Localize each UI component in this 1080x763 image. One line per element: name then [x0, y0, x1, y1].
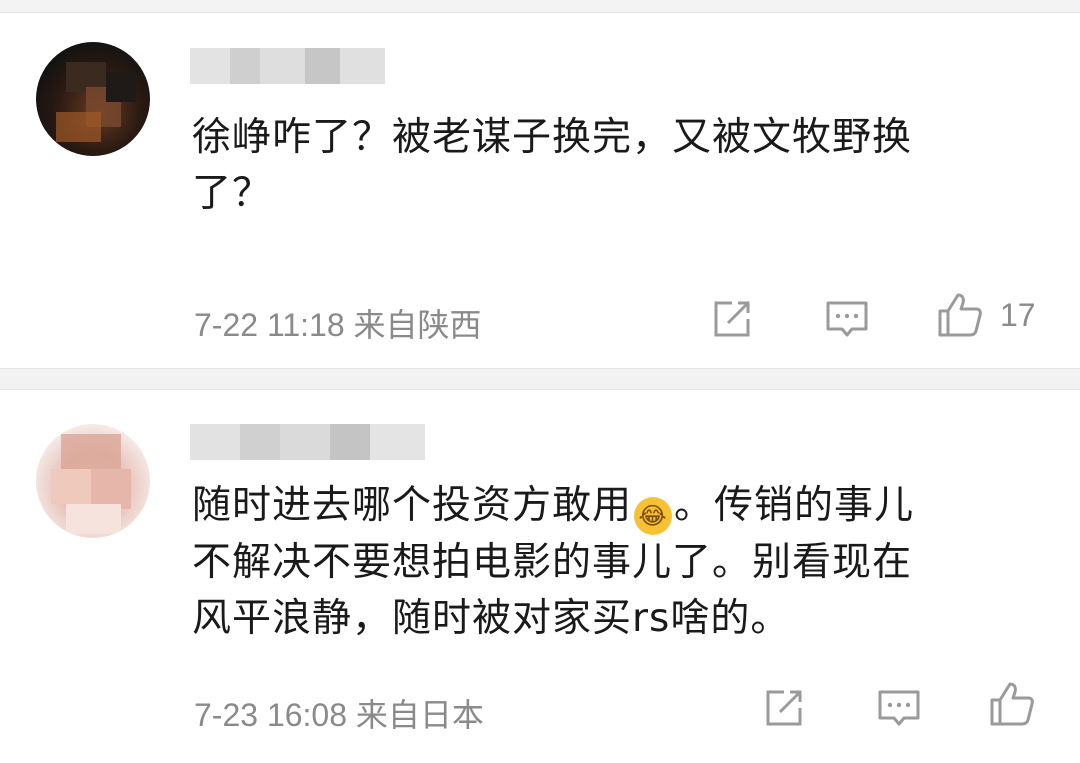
comment-line: 不解决不要想拍电影的事儿了。别看现在: [192, 540, 913, 585]
share-icon: [714, 301, 750, 337]
comment-button[interactable]: [876, 686, 922, 730]
comment-text: 徐峥咋了？被老谋子换完，又被文牧野换 了？: [192, 110, 1022, 222]
like-button[interactable]: [988, 682, 1036, 726]
avatar[interactable]: [36, 424, 150, 538]
comment-text-part: 。传销的事儿: [674, 483, 915, 528]
comment-location: 来自陕西: [353, 307, 482, 343]
like-count: 17: [1000, 296, 1036, 333]
comment-line: 徐峥咋了？被老谋子换完，又被文牧野换: [192, 115, 913, 160]
comment-item: 徐峥咋了？被老谋子换完，又被文牧野换 了？ 7-22 11:18 来自陕西 17: [0, 14, 1080, 369]
comment-icon: [826, 301, 868, 337]
comment-text-part: 随时进去哪个投资方敢用: [192, 483, 633, 528]
comment-line: 风平浪静，随时被对家买rs啥的。: [192, 596, 791, 641]
comment-icon: [878, 690, 920, 726]
thumbs-up-icon: [990, 682, 1034, 726]
comment-meta: 7-22 11:18 来自陕西: [194, 300, 482, 346]
comment-time: 7-23 16:08: [194, 697, 348, 733]
comment-button[interactable]: [824, 297, 870, 341]
share-button[interactable]: [762, 686, 806, 730]
comment-meta: 7-23 16:08 来自日本: [194, 690, 484, 736]
share-icon: [766, 690, 802, 726]
top-divider: [0, 0, 1080, 13]
username-blurred[interactable]: [190, 424, 430, 460]
comment-feed: 徐峥咋了？被老谋子换完，又被文牧野换 了？ 7-22 11:18 来自陕西 17: [0, 0, 1080, 763]
laughing-crying-emoji-icon: 😂: [634, 497, 673, 535]
like-button[interactable]: 17: [936, 293, 1036, 337]
thumbs-up-icon: [938, 293, 982, 337]
comment-item: 随时进去哪个投资方敢用 😂 。传销的事儿 不解决不要想拍电影的事儿了。别看现在 风平…: [0, 388, 1080, 763]
comment-time: 7-22 11:18: [194, 307, 345, 343]
avatar[interactable]: [36, 42, 150, 156]
comment-text: 随时进去哪个投资方敢用 😂 。传销的事儿 不解决不要想拍电影的事儿了。别看现在 风平…: [192, 478, 1022, 647]
share-button[interactable]: [710, 297, 754, 341]
comment-location: 来自日本: [355, 697, 484, 733]
comment-divider: [0, 368, 1080, 390]
comment-line: 了？: [192, 171, 273, 216]
username-blurred[interactable]: [190, 48, 390, 84]
comment-line: 随时进去哪个投资方敢用 😂 。传销的事儿: [192, 478, 1022, 535]
